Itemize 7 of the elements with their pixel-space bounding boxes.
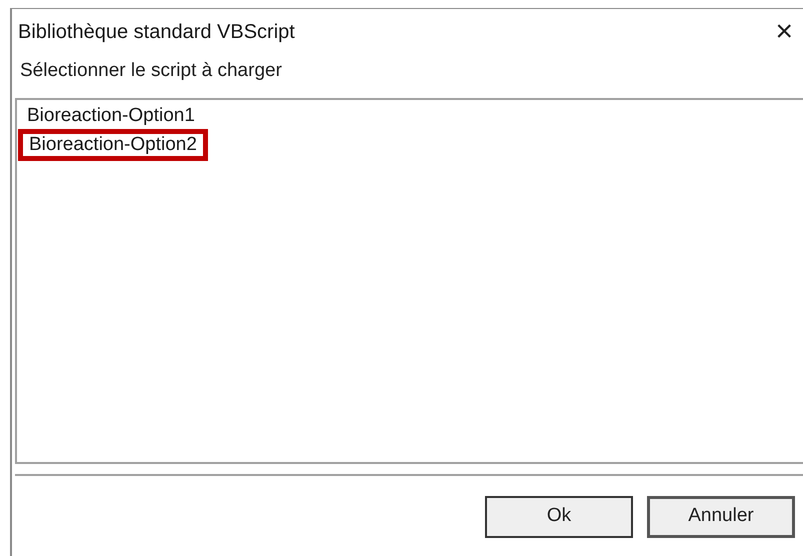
close-button[interactable]: × [771, 17, 797, 47]
script-item[interactable]: Bioreaction-Option1 [21, 104, 201, 126]
script-item[interactable]: Bioreaction-Option2 [18, 128, 208, 160]
prompt-label: Sélectionner le script à charger [20, 59, 282, 83]
window-title: Bibliothèque standard VBScript [18, 20, 295, 45]
dialog-button[interactable]: Annuler [647, 496, 795, 538]
dialog-button[interactable]: Ok [485, 496, 633, 538]
